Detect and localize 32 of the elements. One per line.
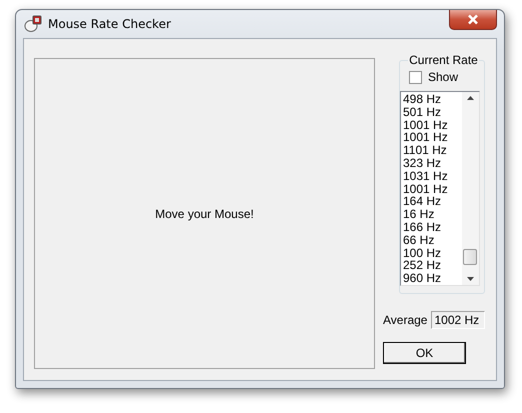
list-item[interactable]: 1031 Hz	[403, 170, 462, 183]
mouse-area[interactable]: Move your Mouse!	[34, 58, 375, 369]
list-item[interactable]: 1001 Hz	[403, 182, 462, 196]
scrollbar-thumb[interactable]	[463, 248, 477, 265]
show-checkbox[interactable]	[409, 70, 422, 84]
group-label: Current Rate	[408, 53, 479, 67]
list-item[interactable]: 1101 Hz	[403, 144, 462, 157]
close-button[interactable]	[449, 10, 497, 30]
down-arrow-icon[interactable]	[467, 276, 474, 281]
move-mouse-prompt: Move your Mouse!	[155, 206, 254, 220]
rate-listbox[interactable]: 498 Hz 501 Hz 1001 Hz 1001 Hz 1101 Hz 323 Hz 1031 Hz 1001 Hz 164 Hz 16 Hz 166 Hz 66 Hz 100 Hz 252 Hz 960 Hz	[400, 91, 480, 286]
list-item[interactable]: 323 Hz	[403, 156, 462, 170]
list-item[interactable]: 960 Hz	[403, 272, 462, 285]
average-field: 1002 Hz	[431, 311, 485, 329]
list-item[interactable]: 66 Hz	[403, 234, 462, 247]
mouse-icon	[24, 15, 42, 33]
list-item[interactable]: 100 Hz	[403, 246, 462, 260]
ok-button[interactable]: OK	[383, 342, 466, 364]
list-item[interactable]: 498 Hz	[403, 93, 462, 106]
up-arrow-icon[interactable]	[467, 96, 474, 100]
list-item[interactable]: 501 Hz	[403, 106, 462, 119]
list-item[interactable]: 164 Hz	[403, 195, 462, 208]
list-item[interactable]: 1001 Hz	[403, 131, 462, 144]
close-icon[interactable]	[467, 14, 479, 25]
checkbox-label[interactable]: Show	[428, 70, 458, 84]
window-title: Mouse Rate Checker	[48, 17, 172, 31]
list-item[interactable]: 252 Hz	[403, 259, 462, 272]
list-item[interactable]: 166 Hz	[403, 220, 462, 234]
average-label: Average	[383, 313, 428, 327]
list-item[interactable]: 16 Hz	[403, 208, 462, 221]
list-item[interactable]: 1001 Hz	[403, 118, 462, 132]
scrollbar[interactable]	[462, 92, 479, 285]
